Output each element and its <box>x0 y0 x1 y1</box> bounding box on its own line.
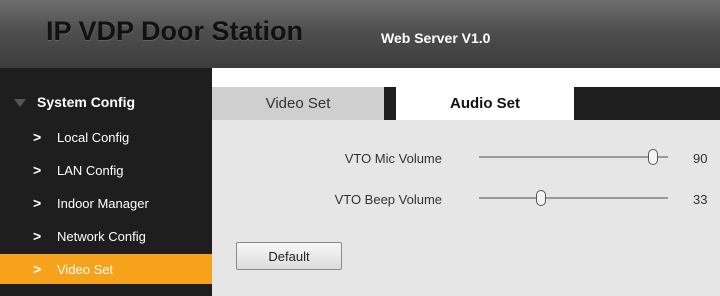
sidebar-section-label: System Config <box>37 94 136 110</box>
slider-thumb[interactable] <box>648 149 658 165</box>
mic-volume-label: VTO Mic Volume <box>344 151 442 166</box>
app-title: IP VDP Door Station <box>46 16 304 46</box>
sidebar-item-label: Video Set <box>57 262 114 277</box>
mic-volume-slider[interactable] <box>479 149 668 165</box>
sidebar-item-lan-config[interactable]: > LAN Config <box>0 155 212 185</box>
slider-track <box>479 156 668 158</box>
chevron-right-icon: > <box>33 162 42 178</box>
beep-volume-slider[interactable] <box>479 190 668 206</box>
mic-volume-value: 90 <box>693 151 708 166</box>
sidebar-item-local-config[interactable]: > Local Config <box>0 122 212 152</box>
beep-volume-value: 33 <box>693 192 708 207</box>
sidebar-item-indoor-manager[interactable]: > Indoor Manager <box>0 188 212 218</box>
app-header: IP VDP Door Station Web Server V1.0 <box>0 0 720 68</box>
beep-volume-label: VTO Beep Volume <box>334 192 442 207</box>
sidebar-item-network-config[interactable]: > Network Config <box>0 221 212 251</box>
default-button[interactable]: Default <box>236 242 342 270</box>
sidebar-item-label: Local Config <box>57 130 130 145</box>
chevron-right-icon: > <box>33 228 42 244</box>
chevron-right-icon: > <box>33 261 42 277</box>
sidebar-item-label: Network Config <box>57 229 146 244</box>
sidebar-item-label: Indoor Manager <box>57 196 149 211</box>
chevron-right-icon: > <box>33 129 42 145</box>
tab-video-set[interactable]: Video Set <box>212 87 384 120</box>
collapse-triangle-icon <box>14 99 26 107</box>
slider-thumb[interactable] <box>536 190 546 206</box>
chevron-right-icon: > <box>33 195 42 211</box>
app-version: Web Server V1.0 <box>381 30 491 46</box>
slider-track <box>479 197 668 199</box>
sidebar-section-system-config[interactable]: System Config <box>0 90 212 118</box>
sidebar-item-video-set[interactable]: > Video Set <box>0 254 212 284</box>
tab-audio-set[interactable]: Audio Set <box>396 87 574 120</box>
sidebar-item-label: LAN Config <box>57 163 124 178</box>
